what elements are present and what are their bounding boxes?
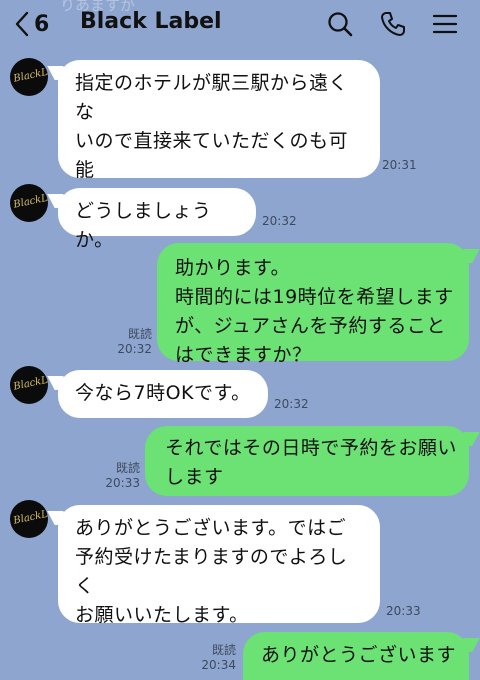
avatar-logo-text: BlackLabel (12, 504, 48, 527)
message-meta: 既読 20:32 (100, 327, 152, 357)
message-meta: 既読 20:33 (88, 461, 140, 491)
avatar[interactable]: BlackLabel (10, 366, 48, 404)
message-time: 20:32 (117, 342, 152, 356)
unread-count: 6 (34, 11, 50, 37)
message-bubble-outgoing[interactable]: それではその日時で予約をお願い します (145, 426, 469, 496)
hamburger-menu-icon (432, 14, 458, 34)
avatar-logo-text: BlackLabel (12, 370, 48, 393)
read-receipt: 既読 (115, 461, 140, 475)
message-bubble-incoming[interactable]: 今なら7時OKです。 (58, 370, 268, 418)
message-time: 20:32 (262, 214, 297, 228)
back-button[interactable]: 6 (14, 8, 49, 40)
call-button[interactable] (379, 10, 407, 38)
chat-header: 6 Black Label りあますが (0, 0, 480, 48)
message-time: 20:31 (382, 158, 417, 172)
phone-icon (381, 12, 405, 36)
avatar-logo-text: BlackLabel (12, 62, 48, 85)
message-bubble-incoming[interactable]: 指定のホテルが駅三駅から遠くな いので直接来ていただくのも可能 です。 (58, 60, 380, 210)
read-receipt: 既読 (211, 643, 236, 657)
faded-previous-message: りあますが (60, 0, 136, 14)
message-text: 助かります。 時間的には19時位を希望します が、ジュアさんを予約すること はで… (175, 257, 454, 366)
message-bubble-outgoing[interactable]: ありがとうございます (243, 632, 469, 680)
avatar[interactable]: BlackLabel (10, 184, 48, 222)
chevron-left-icon (15, 11, 29, 37)
message-bubble-incoming[interactable]: ありがとうございます。ではご 予約受けたまりますのでよろしく お願いいたします。 (58, 505, 380, 626)
avatar[interactable]: BlackLabel (10, 500, 48, 538)
avatar[interactable]: BlackLabel (10, 58, 48, 96)
message-time: 20:34 (201, 658, 236, 672)
message-time: 20:32 (274, 397, 309, 411)
message-text: ありがとうございます (261, 644, 457, 666)
search-icon (328, 12, 353, 37)
message-meta: 既読 20:34 (184, 643, 236, 673)
avatar-logo-text: BlackLabel (12, 188, 48, 211)
search-button[interactable] (326, 10, 354, 38)
message-text: それではその日時で予約をお願い します (165, 437, 457, 488)
message-bubble-outgoing[interactable]: 助かります。 時間的には19時位を希望します が、ジュアさんを予約すること はで… (157, 243, 469, 366)
menu-button[interactable] (431, 10, 459, 38)
read-receipt: 既読 (127, 327, 152, 341)
message-time: 20:33 (386, 604, 421, 618)
message-bubble-incoming[interactable]: どうしましょうか。 (58, 188, 256, 251)
message-text: 今なら7時OKです。 (75, 382, 251, 404)
message-time: 20:33 (105, 476, 140, 490)
message-text: ありがとうございます。ではご 予約受けたまりますのでよろしく お願いいたします。 (75, 517, 348, 626)
